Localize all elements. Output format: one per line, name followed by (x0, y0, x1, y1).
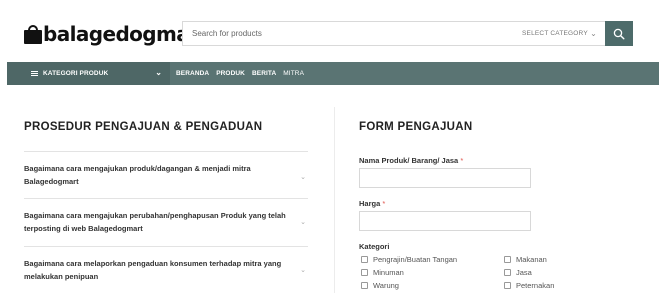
chevron-down-icon: ⌄ (590, 29, 597, 38)
nav-item-mitra[interactable]: MITRA (283, 70, 304, 77)
faq-question: Bagaimana cara melaporkan pengaduan kons… (24, 259, 282, 281)
checkbox-label: Peternakan (516, 281, 555, 290)
main-nav: KATEGORI PRODUK ⌄ BERANDA PRODUK BERITA … (7, 62, 659, 85)
form-title: FORM PENGAJUAN (359, 121, 473, 133)
required-mark: * (382, 199, 386, 208)
site-logo[interactable]: balagedogmart (24, 20, 208, 48)
checkbox-box[interactable] (361, 269, 368, 276)
checkbox-label: Minuman (373, 268, 404, 277)
nama-produk-label: Nama Produk/ Barang/ Jasa * (359, 156, 463, 165)
checkbox-label: Warung (373, 281, 399, 290)
faq-question: Bagaimana cara mengajukan perubahan/peng… (24, 211, 286, 233)
faq-question: Bagaimana cara mengajukan produk/daganga… (24, 164, 251, 186)
checkbox-box[interactable] (361, 282, 368, 289)
faq-item[interactable]: Bagaimana cara mengajukan produk/daganga… (24, 151, 308, 198)
chevron-down-icon: ⌄ (155, 68, 162, 77)
checkbox-makanan[interactable]: Makanan (504, 255, 547, 264)
checkbox-box[interactable] (504, 256, 511, 263)
prosedur-title: PROSEDUR PENGAJUAN & PENGADUAN (24, 121, 263, 133)
checkbox-warung[interactable]: Warung (361, 281, 399, 290)
hamburger-icon (31, 70, 38, 77)
checkbox-peternakan[interactable]: Peternakan (504, 281, 554, 290)
faq-item[interactable]: Bagaimana cara melaporkan pengaduan kons… (24, 246, 308, 293)
required-mark: * (460, 156, 464, 165)
search-bar: SELECT CATEGORY ⌄ (182, 21, 633, 46)
chevron-down-icon: ⌄ (300, 174, 306, 181)
nav-item-beranda[interactable]: BERANDA (176, 70, 209, 77)
checkbox-pengrajin[interactable]: Pengrajin/Buatan Tangan (361, 255, 457, 264)
nama-produk-label-text: Nama Produk/ Barang/ Jasa (359, 156, 459, 165)
checkbox-minuman[interactable]: Minuman (361, 268, 404, 277)
checkbox-box[interactable] (504, 269, 511, 276)
search-icon (613, 28, 625, 40)
checkbox-box[interactable] (361, 256, 368, 263)
column-divider (334, 107, 335, 293)
category-select[interactable]: SELECT CATEGORY ⌄ (512, 22, 605, 45)
faq-item[interactable]: Bagaimana cara mengajukan perubahan/peng… (24, 198, 308, 246)
chevron-down-icon: ⌄ (300, 219, 306, 226)
harga-input[interactable] (359, 211, 531, 231)
kategori-label: Kategori (359, 242, 390, 251)
checkbox-label: Jasa (516, 268, 532, 277)
shopping-bag-icon (24, 24, 42, 44)
nama-produk-input[interactable] (359, 168, 531, 188)
harga-label-text: Harga (359, 199, 381, 208)
nav-item-produk[interactable]: PRODUK (216, 70, 245, 77)
search-input[interactable] (183, 22, 503, 45)
harga-label: Harga * (359, 199, 385, 208)
site-header: balagedogmart SELECT CATEGORY ⌄ (0, 0, 659, 62)
kategori-produk-label: KATEGORI PRODUK (43, 70, 109, 77)
checkbox-box[interactable] (504, 282, 511, 289)
checkbox-label: Makanan (516, 255, 547, 264)
search-button[interactable] (605, 21, 633, 46)
category-select-label: SELECT CATEGORY (522, 30, 588, 37)
nav-item-berita[interactable]: BERITA (252, 70, 276, 77)
nav-menu: BERANDA PRODUK BERITA MITRA (176, 62, 311, 85)
kategori-produk-menu[interactable]: KATEGORI PRODUK ⌄ (7, 62, 170, 85)
checkbox-label: Pengrajin/Buatan Tangan (373, 255, 458, 264)
chevron-down-icon: ⌄ (300, 267, 306, 274)
checkbox-jasa[interactable]: Jasa (504, 268, 532, 277)
